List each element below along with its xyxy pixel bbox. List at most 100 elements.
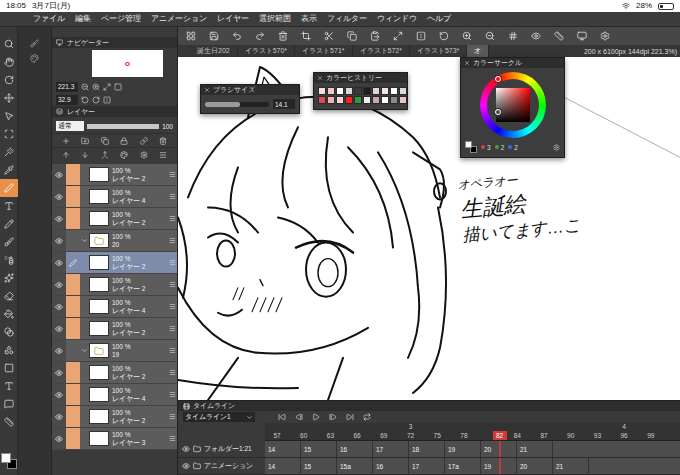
visibility-toggle[interactable]	[52, 274, 66, 295]
layer-row[interactable]: 100 %レイヤー 4	[52, 384, 177, 406]
layer-mark[interactable]	[66, 428, 80, 449]
visibility-toggle[interactable]	[52, 428, 66, 449]
tool-button[interactable]	[0, 287, 18, 305]
trash-icon[interactable]	[159, 137, 167, 145]
tool-button[interactable]	[0, 413, 18, 431]
saturation-value-square[interactable]	[496, 88, 530, 122]
trash-icon[interactable]	[278, 31, 288, 41]
menu-item[interactable]: ファイル	[33, 15, 65, 23]
step-back-icon[interactable]	[295, 413, 303, 421]
actual-size-icon[interactable]	[114, 83, 122, 91]
visibility-toggle[interactable]	[52, 208, 66, 229]
layer-row[interactable]: 100 %レイヤー 2	[52, 362, 177, 384]
frame-label[interactable]: 99	[644, 431, 658, 440]
undo-icon[interactable]	[232, 31, 242, 41]
frame-label[interactable]: 84	[510, 431, 524, 440]
grid-icon[interactable]	[186, 31, 196, 41]
frame-label[interactable]: 93	[590, 431, 604, 440]
navigator-preview[interactable]	[92, 50, 163, 77]
layer-mark[interactable]	[66, 186, 80, 207]
layer-mark[interactable]	[66, 252, 80, 273]
skip-forward-icon[interactable]	[346, 413, 354, 421]
menu-item[interactable]: ウィンドウ	[377, 15, 417, 23]
frame-label[interactable]: 66	[350, 431, 364, 440]
gear-icon[interactable]	[140, 151, 148, 159]
hue-marker[interactable]	[495, 76, 501, 82]
tool-button[interactable]	[0, 323, 18, 341]
ruler-icon[interactable]	[554, 31, 564, 41]
menu-item[interactable]: ヘルプ	[427, 15, 451, 23]
playhead[interactable]	[499, 458, 501, 474]
main-color[interactable]	[1, 453, 11, 463]
color-swatch[interactable]	[318, 87, 326, 95]
tool-button[interactable]	[0, 179, 18, 197]
layer-mark[interactable]	[66, 274, 80, 295]
color-swatch[interactable]	[336, 87, 344, 95]
paste-icon[interactable]	[370, 31, 380, 41]
layer-row[interactable]: 100 %レイヤー 4	[52, 296, 177, 318]
document-tab[interactable]: オ	[467, 45, 489, 57]
tool-button[interactable]	[0, 233, 18, 251]
color-swatch[interactable]	[327, 87, 335, 95]
row-menu[interactable]	[167, 391, 177, 398]
frame-cell[interactable]: 18	[409, 441, 445, 457]
layer-row[interactable]: 100 %レイヤー 2	[52, 208, 177, 230]
fold-toggle[interactable]	[80, 340, 89, 361]
color-swatch[interactable]	[372, 87, 380, 95]
hue-ring[interactable]	[480, 72, 546, 138]
tool-button[interactable]	[0, 125, 18, 143]
fit-icon[interactable]	[103, 83, 111, 91]
color-swatch[interactable]	[381, 87, 389, 95]
tool-button[interactable]	[0, 251, 18, 269]
frame-cell[interactable]: 16	[337, 441, 373, 457]
visibility-toggle[interactable]	[52, 340, 66, 361]
close-icon[interactable]	[464, 60, 470, 66]
frame-cell[interactable]: 15a	[337, 458, 373, 474]
frame-label[interactable]: 57	[270, 431, 284, 440]
flip-icon[interactable]	[103, 96, 111, 104]
frame-label[interactable]: 69	[377, 431, 391, 440]
rotate-left-icon[interactable]	[81, 96, 89, 104]
row-menu[interactable]	[167, 171, 177, 178]
play-icon[interactable]	[312, 413, 320, 421]
tool-button[interactable]	[0, 161, 18, 179]
frame-cell[interactable]: 16	[373, 458, 409, 474]
tool-button[interactable]	[0, 377, 18, 395]
tool-button[interactable]	[0, 341, 18, 359]
frame-label[interactable]: 96	[617, 431, 631, 440]
color-swatch[interactable]	[318, 96, 326, 104]
menu-item[interactable]: 選択範囲	[259, 15, 291, 23]
eye-icon[interactable]	[182, 462, 190, 470]
layer-mark[interactable]	[66, 340, 80, 361]
row-menu[interactable]	[167, 347, 177, 354]
layer-row[interactable]: 100 %レイヤー 2	[52, 252, 177, 274]
opacity-slider[interactable]	[87, 124, 159, 129]
rotation-field[interactable]: 32.9	[56, 95, 78, 105]
fold-toggle[interactable]	[80, 230, 89, 251]
layer-mark[interactable]	[66, 384, 80, 405]
menu-item[interactable]: アニメーション	[151, 15, 207, 23]
tool-button[interactable]	[0, 359, 18, 377]
frame-cell[interactable]: 15	[301, 441, 337, 457]
ruler-grid-icon[interactable]	[508, 31, 518, 41]
color-swatch[interactable]	[363, 96, 371, 104]
row-menu[interactable]	[167, 193, 177, 200]
visibility-toggle[interactable]	[52, 318, 66, 339]
frame-label[interactable]: 63	[323, 431, 337, 440]
document-tab[interactable]: イラスト573*	[410, 45, 467, 57]
duplicate-icon[interactable]	[101, 137, 109, 145]
color-swatch[interactable]	[372, 96, 380, 104]
lock-icon[interactable]	[120, 137, 128, 145]
eye-icon[interactable]	[182, 445, 190, 453]
color-swatch[interactable]	[399, 96, 407, 104]
frame-label[interactable]: 78	[457, 431, 471, 440]
step-forward-icon[interactable]	[329, 413, 337, 421]
frame-cell[interactable]: 21	[553, 458, 589, 474]
layer-row[interactable]: 100 %レイヤー 3	[52, 428, 177, 450]
menu-item[interactable]: ページ管理	[101, 15, 141, 23]
zoom-field[interactable]: 221.3	[56, 82, 78, 92]
row-menu[interactable]	[167, 435, 177, 442]
blend-mode-select[interactable]: 通常	[56, 121, 84, 131]
menu-item[interactable]: 編集	[75, 15, 91, 23]
track-row[interactable]: フォルダー1:211415161718192021	[178, 441, 680, 458]
